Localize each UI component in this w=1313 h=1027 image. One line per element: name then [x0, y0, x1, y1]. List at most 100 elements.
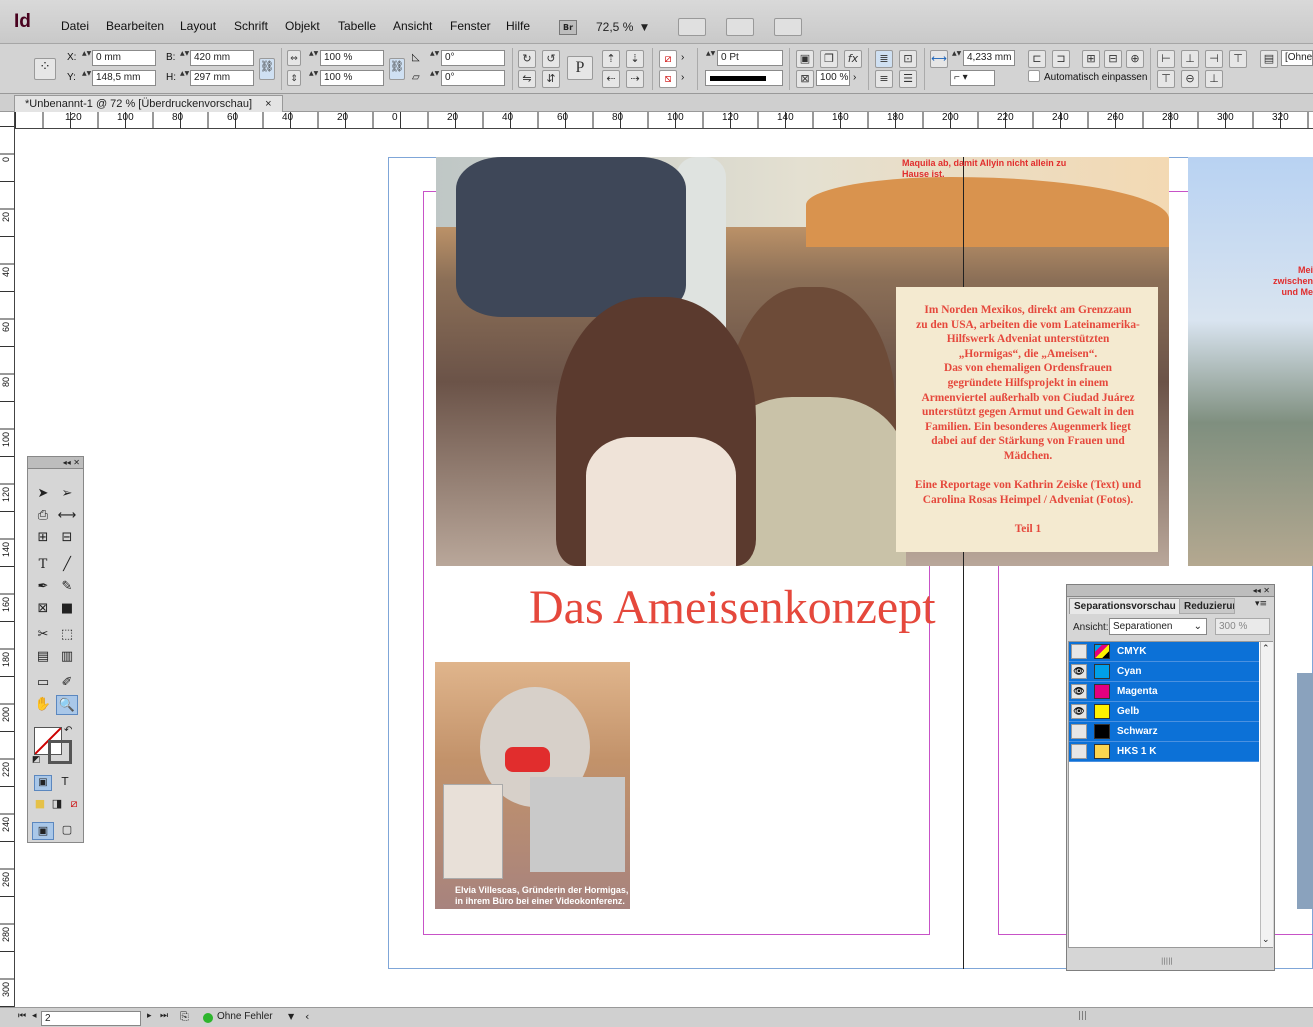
height-spinner-icon[interactable]: ▲▼ — [180, 70, 189, 86]
separation-row[interactable]: HKS 1 K — [1069, 742, 1259, 762]
menu-objekt[interactable]: Objekt — [285, 19, 320, 33]
text-wrap-none-icon[interactable]: ≣ — [875, 50, 893, 68]
last-page-icon[interactable]: ⏭ — [160, 1011, 168, 1021]
stroke-none-icon[interactable]: ⧅ — [659, 70, 677, 88]
frame-tool-icon[interactable]: ⊠ — [32, 599, 54, 619]
visibility-eye-icon[interactable]: 👁 — [1071, 684, 1087, 699]
menu-tabelle[interactable]: Tabelle — [338, 19, 376, 33]
menu-datei[interactable]: Datei — [61, 19, 89, 33]
corner-shape-select[interactable]: ⌐ ▾ — [950, 70, 995, 86]
gap-field[interactable]: 4,233 mm — [963, 50, 1015, 66]
flip-vertical-icon[interactable]: ⇵ — [542, 70, 560, 88]
select-next-icon[interactable]: ⇢ — [626, 70, 644, 88]
panel-collapse-icon[interactable]: ◂◂ ✕ — [1067, 585, 1274, 597]
open-page-icon[interactable]: ⎘ — [180, 1010, 189, 1024]
reference-point-icon[interactable]: ⁘ — [34, 58, 56, 80]
object-style-icon[interactable]: ▤ — [1260, 50, 1278, 68]
text-wrap-jump-icon[interactable]: ☰ — [899, 70, 917, 88]
scroll-left-icon[interactable]: ‹ — [305, 1010, 309, 1023]
formatting-container-icon[interactable]: ▣ — [34, 775, 52, 791]
align-middle-icon[interactable]: ⊖ — [1181, 70, 1199, 88]
apply-color-icon[interactable]: ■ — [32, 797, 48, 813]
width-spinner-icon[interactable]: ▲▼ — [180, 50, 189, 66]
fill-arrow-icon[interactable]: › — [681, 52, 684, 63]
gradient-swatch-tool-icon[interactable]: ▤ — [32, 647, 54, 667]
pencil-tool-icon[interactable]: ✎ — [56, 577, 78, 597]
content-placer-icon[interactable]: ⊟ — [56, 528, 78, 548]
gap-spinner-icon[interactable]: ▲▼ — [952, 50, 961, 66]
right-page-text[interactable]: Mei zwischen und Me — [1270, 265, 1313, 298]
zoom-level[interactable]: 72,5 % — [596, 20, 633, 34]
select-container-icon[interactable]: ⇡ — [602, 50, 620, 68]
separation-row[interactable]: 👁 Gelb — [1069, 702, 1259, 722]
scrollbar-grip[interactable]: ||| — [1078, 1011, 1087, 1021]
fit-frame-icon[interactable]: ⊏ — [1028, 50, 1046, 68]
view-select[interactable]: Separationen ⌄ — [1109, 618, 1207, 635]
fill-none-icon[interactable]: ⧄ — [659, 50, 677, 68]
horizontal-ruler[interactable]: 120 100 80 60 40 20 0 20 40 60 80 100 120 140 160 180 20… — [15, 112, 1313, 129]
align-left-icon[interactable]: ⊢ — [1157, 50, 1175, 68]
ink-limit-field[interactable]: 300 % — [1215, 618, 1270, 635]
apply-gradient-icon[interactable]: ◨ — [49, 797, 65, 813]
scale-y-field[interactable]: 100 % — [320, 70, 384, 86]
x-spinner-icon[interactable]: ▲▼ — [82, 50, 91, 66]
right-page-photo[interactable] — [1297, 673, 1313, 909]
note-tool-icon[interactable]: ▭ — [32, 673, 54, 693]
scale-x-field[interactable]: 100 % — [320, 50, 384, 66]
rotate-field[interactable]: 0° — [441, 50, 505, 66]
visibility-eye-icon[interactable]: 👁 — [1071, 704, 1087, 719]
constrain-proportions-icon[interactable]: ⛓ — [259, 58, 275, 80]
list-scrollbar[interactable]: ⌃ ⌄ — [1260, 642, 1273, 947]
free-transform-tool-icon[interactable]: ⬚ — [56, 625, 78, 645]
preflight-status[interactable]: Ohne Fehler — [217, 1011, 273, 1022]
text-wrap-bounding-icon[interactable]: ⊡ — [899, 50, 917, 68]
tab-flattener-preview[interactable]: Reduzierungsvorschau — [1179, 598, 1235, 614]
panel-resize-grip[interactable]: ||||| — [1161, 957, 1173, 965]
effects-icon[interactable]: fx — [844, 50, 862, 68]
hand-tool-icon[interactable]: ✋ — [32, 695, 54, 715]
close-icon[interactable]: × — [265, 98, 271, 110]
content-collector-icon[interactable]: ⊞ — [32, 528, 54, 548]
scroll-up-icon[interactable]: ⌃ — [1262, 644, 1270, 654]
page-number-field[interactable]: 2 — [41, 1011, 141, 1026]
flip-horizontal-icon[interactable]: ⇋ — [518, 70, 536, 88]
tab-separations-preview[interactable]: Separationsvorschau — [1069, 598, 1181, 614]
apply-none-icon[interactable]: ⧄ — [66, 797, 82, 813]
opacity-field[interactable]: 100 % — [816, 70, 850, 86]
align-top-icon[interactable]: ⊤ — [1157, 70, 1175, 88]
align-center-icon[interactable]: ⊥ — [1181, 50, 1199, 68]
swap-colors-icon[interactable]: ↶ — [64, 725, 72, 736]
rotate-spinner-icon[interactable]: ▲▼ — [430, 50, 439, 66]
document-tab[interactable]: *Unbenannt-1 @ 72 % [Überdruckenvorschau… — [14, 95, 283, 112]
shear-field[interactable]: 0° — [441, 70, 505, 86]
beach-photo[interactable] — [1188, 157, 1313, 566]
stroke-arrow-icon[interactable]: › — [681, 72, 684, 83]
next-page-icon[interactable]: ▸ — [147, 1011, 152, 1021]
view-options-button[interactable] — [678, 18, 706, 36]
eyedropper-tool-icon[interactable]: ✐ — [56, 673, 78, 693]
type-tool-icon[interactable]: T — [32, 555, 54, 575]
rotate-cw-icon[interactable]: ↻ — [518, 50, 536, 68]
photo-caption[interactable]: Elvia Villescas, Gründerin der Hormigas,… — [455, 885, 630, 906]
fit-proportionally-icon[interactable]: ⊟ — [1104, 50, 1122, 68]
intro-text[interactable]: Im Norden Mexikos, direkt am Grenzzaun z… — [902, 303, 1154, 537]
gradient-feather-tool-icon[interactable]: ▥ — [56, 647, 78, 667]
separation-row[interactable]: 👁 Magenta — [1069, 682, 1259, 702]
separation-row[interactable]: CMYK — [1069, 642, 1259, 662]
align-bottom-icon[interactable]: ⊥ — [1205, 70, 1223, 88]
rectangle-tool-icon[interactable]: ■ — [56, 599, 78, 619]
first-page-icon[interactable]: ⏮ — [18, 1011, 26, 1021]
scale-y-spinner-icon[interactable]: ▲▼ — [309, 70, 318, 86]
selection-tool-icon[interactable]: ➤ — [32, 484, 54, 504]
stroke-weight-spinner-icon[interactable]: ▲▼ — [706, 50, 715, 66]
y-field[interactable]: 148,5 mm — [92, 70, 156, 86]
menu-ansicht[interactable]: Ansicht — [393, 19, 432, 33]
headline[interactable]: Das Ameisenkonzept — [529, 580, 936, 635]
direct-selection-tool-icon[interactable]: ➢ — [56, 484, 78, 504]
screen-mode-button[interactable] — [726, 18, 754, 36]
shear-spinner-icon[interactable]: ▲▼ — [430, 70, 439, 86]
align-right-icon[interactable]: ⊣ — [1205, 50, 1223, 68]
vertical-ruler[interactable]: 0 20 40 60 80 100 120 140 160 180 200 220 240 260 280 3… — [0, 112, 15, 1007]
autofit-checkbox[interactable] — [1028, 70, 1040, 82]
select-previous-icon[interactable]: ⇠ — [602, 70, 620, 88]
